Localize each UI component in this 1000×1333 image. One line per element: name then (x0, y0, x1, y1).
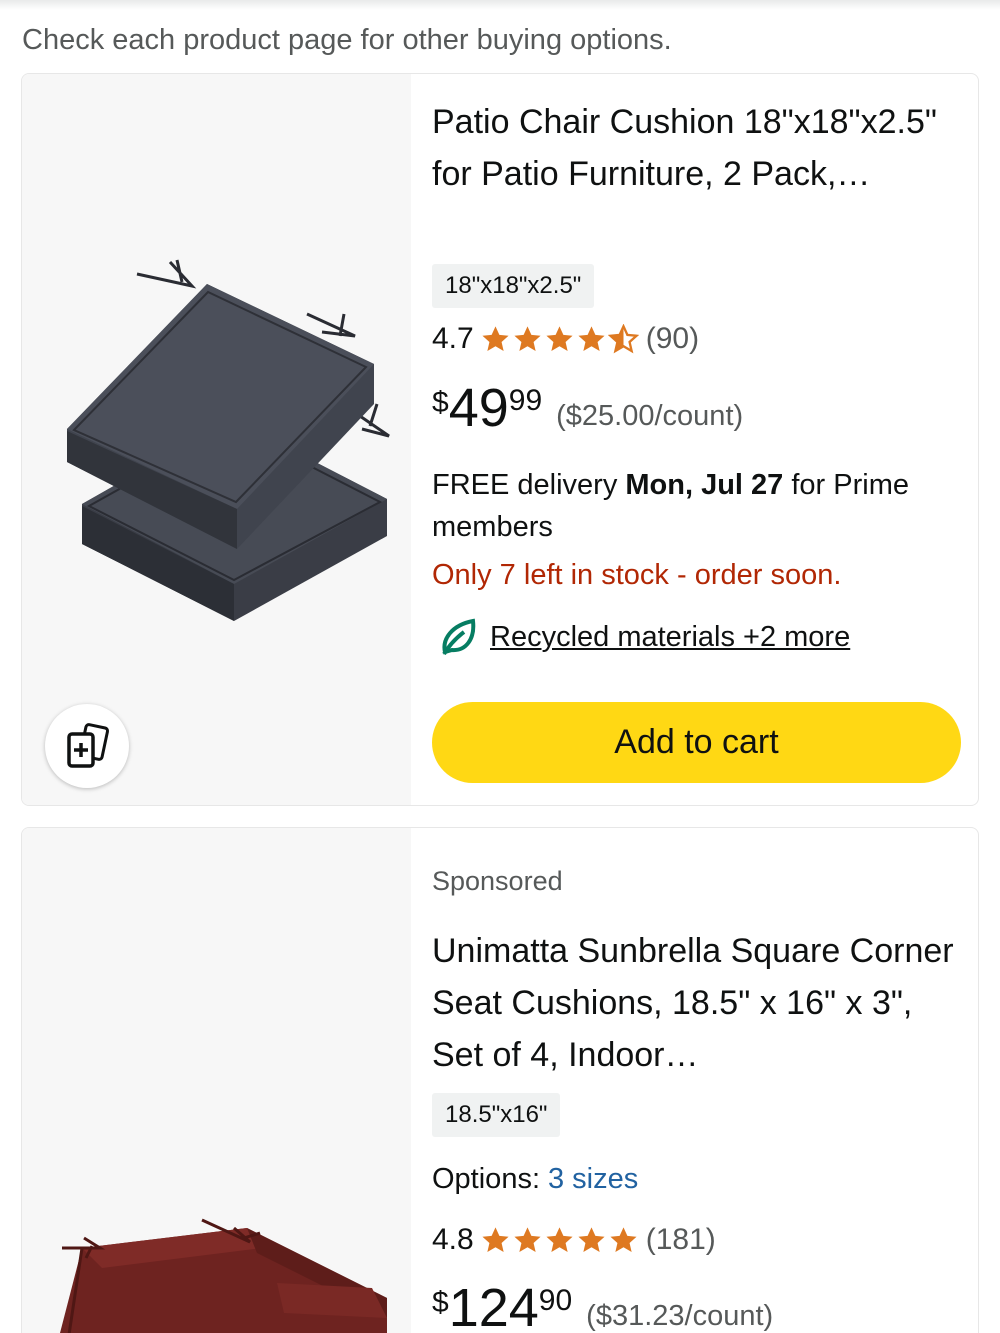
rating-row[interactable]: 4.7 (90) (432, 322, 699, 356)
product-title[interactable]: Unimatta Sunbrella Square Corner Seat Cu… (432, 925, 967, 1081)
price-fraction: 90 (538, 1284, 573, 1317)
price: $ 49 99 ($25.00/count) (432, 378, 743, 438)
product-image[interactable] (22, 828, 411, 1333)
price: $ 124 90 ($31.23/count) (432, 1278, 773, 1333)
stock-warning: Only 7 left in stock - order soon. (432, 559, 842, 591)
rating-row[interactable]: 4.8 (181) (432, 1223, 716, 1257)
star-icon (578, 1226, 605, 1252)
price-symbol: $ (432, 1286, 449, 1319)
buying-options-notice: Check each product page for other buying… (22, 24, 672, 56)
star-icon (482, 1226, 509, 1252)
delivery-prefix: FREE delivery (432, 469, 626, 501)
gray-square-cushions-image (67, 259, 390, 621)
add-to-compare-icon (67, 723, 110, 768)
star-icon (578, 325, 605, 351)
options-label: Options: (432, 1163, 540, 1195)
options-row[interactable]: Options: 3 sizes (432, 1163, 638, 1196)
price-whole: 124 (448, 1278, 539, 1333)
star-rating (480, 323, 640, 355)
price-symbol: $ (432, 386, 449, 419)
rating-value: 4.8 (432, 1223, 474, 1256)
star-icon (546, 1226, 573, 1252)
sponsored-label: Sponsored (432, 866, 563, 896)
size-chip: 18.5"x16" (432, 1093, 561, 1137)
star-icon (546, 325, 573, 351)
delivery-info: FREE delivery Mon, Jul 27 for Prime memb… (432, 464, 967, 548)
price-whole: 49 (448, 378, 509, 438)
leaf-icon (442, 618, 476, 656)
star-icon (514, 325, 541, 351)
rating-count: (90) (645, 322, 700, 355)
product-image[interactable] (22, 74, 411, 805)
star-rating (480, 1225, 640, 1256)
sustainability-link[interactable]: Recycled materials +2 more (490, 621, 850, 654)
product-title[interactable]: Patio Chair Cushion 18"x18"x2.5" for Pat… (432, 96, 967, 200)
size-chip: 18"x18"x2.5" (432, 264, 595, 308)
add-to-cart-button[interactable]: Add to cart (432, 702, 961, 783)
options-sizes-link[interactable]: 3 sizes (548, 1163, 638, 1195)
star-icon (514, 1226, 541, 1252)
add-to-compare-button[interactable] (45, 704, 129, 788)
product-card[interactable]: Sponsored Unimatta Sunbrella Square Corn… (21, 827, 979, 1333)
product-card[interactable]: Patio Chair Cushion 18"x18"x2.5" for Pat… (21, 73, 979, 806)
sustainability-badge[interactable]: Recycled materials +2 more (440, 617, 850, 657)
top-shadow (0, 0, 1000, 10)
unit-price: ($31.23/count) (586, 1300, 774, 1332)
rating-value: 4.7 (432, 322, 474, 355)
delivery-date: Mon, Jul 27 (625, 469, 784, 501)
price-fraction: 99 (508, 384, 543, 417)
star-icon (610, 1226, 637, 1252)
rating-count: (181) (645, 1223, 716, 1256)
red-square-cushions-image (60, 1218, 387, 1333)
star-icon (482, 325, 509, 351)
unit-price: ($25.00/count) (556, 400, 744, 432)
half-star-icon (607, 323, 639, 353)
